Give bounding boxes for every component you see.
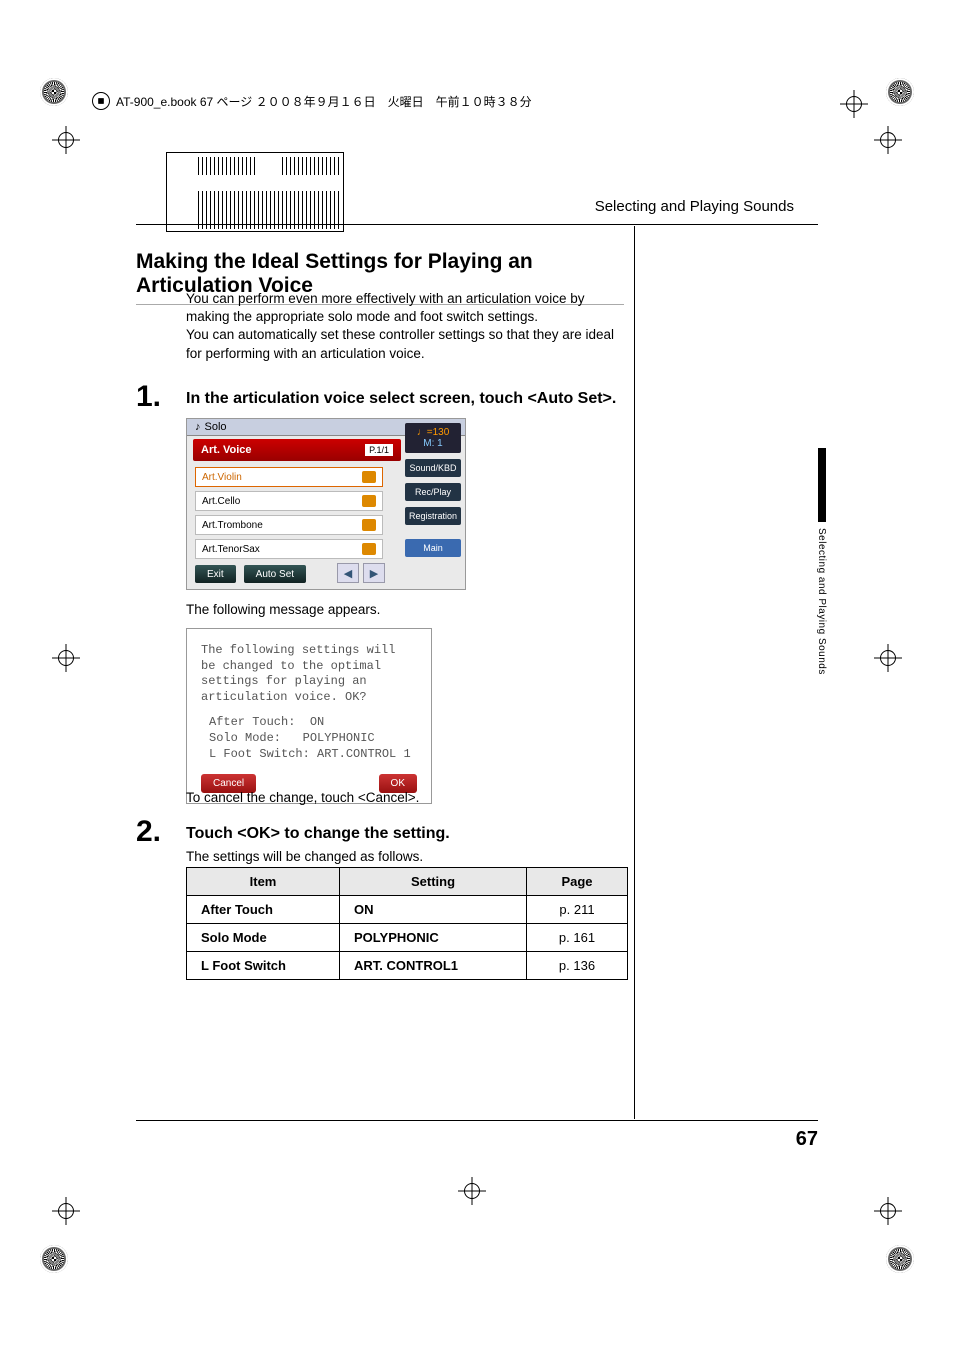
screen-title: Solo [205,421,227,433]
confirm-dialog: The following settings will be changed t… [186,628,432,804]
registration-mark [878,1201,898,1221]
main-button[interactable]: Main [405,539,461,557]
table-row: Solo Mode POLYPHONIC p. 161 [187,924,628,952]
file-header-text: AT-900_e.book 67 ページ ２００８年９月１６日 火曜日 午前１０… [116,93,532,110]
device-illustration [166,152,344,232]
th-setting: Setting [340,868,527,896]
voice-icon [362,519,376,531]
voice-list: Art.Violin Art.Cello Art.Trombone Art.Te… [195,467,383,559]
printers-mark [886,1245,914,1273]
tab-label: Art. Voice [201,444,252,456]
running-head: Selecting and Playing Sounds [595,198,794,215]
registration-mark [56,1201,76,1221]
registration-mark [462,1181,482,1201]
sound-kbd-button[interactable]: Sound/KBD [405,459,461,477]
head-rule [136,224,818,225]
dialog-message: The following settings will be changed t… [201,643,417,705]
printers-mark [886,78,914,106]
page-bottom-rule [136,1120,818,1121]
registration-button[interactable]: Registration [405,507,461,525]
registration-mark [844,94,864,114]
tempo-display[interactable]: ♩=130 M: 1 [405,423,461,453]
vertical-rule [634,226,635,1119]
step-2-heading: Touch <OK> to change the setting. [186,825,450,843]
th-page: Page [527,868,628,896]
auto-set-button[interactable]: Auto Set [244,565,306,583]
step-2-subtext: The settings will be changed as follows. [186,849,423,864]
voice-icon [362,495,376,507]
caption-cancel: To cancel the change, touch <Cancel>. [186,790,419,805]
intro-text: You can perform even more effectively wi… [186,290,624,363]
settings-table: Item Setting Page After Touch ON p. 211 … [186,867,628,980]
thumb-tab [818,448,826,522]
prev-button[interactable]: ◀ [337,563,359,583]
table-header-row: Item Setting Page [187,868,628,896]
dialog-settings-list: After Touch: ON Solo Mode: POLYPHONIC L … [201,715,417,762]
printers-mark [40,78,68,106]
step-number-1: 1. [136,380,161,414]
rec-play-button[interactable]: Rec/Play [405,483,461,501]
articulation-voice-screen: ♪ Solo Art. Voice P.1/1 Art.Violin Art.C… [186,418,466,590]
register-icon [92,92,110,110]
registration-mark [56,130,76,150]
voice-item-art-violin[interactable]: Art.Violin [195,467,383,487]
voice-icon [362,471,376,483]
registration-mark [878,648,898,668]
step-number-2: 2. [136,815,161,849]
exit-button[interactable]: Exit [195,565,236,583]
voice-item-art-cello[interactable]: Art.Cello [195,491,383,511]
voice-item-art-tenorsax[interactable]: Art.TenorSax [195,539,383,559]
page-indicator: P.1/1 [365,444,393,456]
table-row: After Touch ON p. 211 [187,896,628,924]
registration-mark [56,648,76,668]
printers-mark [40,1245,68,1273]
table-row: L Foot Switch ART. CONTROL1 p. 136 [187,952,628,980]
caption-message-appears: The following message appears. [186,602,380,617]
next-button[interactable]: ▶ [363,563,385,583]
side-chapter-text: Selecting and Playing Sounds [816,528,827,675]
step-1-heading: In the articulation voice select screen,… [186,390,616,408]
voice-icon [362,543,376,555]
registration-mark [878,130,898,150]
th-item: Item [187,868,340,896]
art-voice-tab[interactable]: Art. Voice P.1/1 [193,439,401,461]
page-number: 67 [796,1128,818,1151]
voice-item-art-trombone[interactable]: Art.Trombone [195,515,383,535]
file-header: AT-900_e.book 67 ページ ２００８年９月１６日 火曜日 午前１０… [92,92,532,110]
